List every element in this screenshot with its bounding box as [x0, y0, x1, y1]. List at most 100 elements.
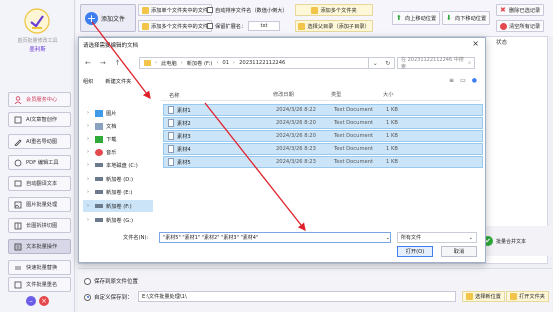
chevron-down-icon[interactable]: ⌄ [386, 235, 390, 241]
tree-item-documents[interactable]: › 文档 [83, 120, 153, 132]
add-file-button[interactable]: + 添加文件 [80, 4, 136, 32]
column-type[interactable]: 类型 [331, 91, 383, 100]
file-row[interactable]: 素材3 2024/3/26 8:20 Text Document 1 KB [163, 130, 483, 142]
address-bar[interactable]: › 此电脑 › 新加卷 (F:) › 01 › 20231122112246 [139, 57, 369, 69]
tree-item-drive-f[interactable]: › 新加卷 (F:) [83, 200, 153, 212]
tree-item-music[interactable]: › 音乐 [83, 146, 153, 158]
sidebar-item-member[interactable]: 会员服务中心 [8, 92, 71, 107]
forward-arrow-icon[interactable]: → [100, 59, 106, 67]
choose-dir-button[interactable]: 选择新位置 [462, 291, 505, 302]
save-path-input[interactable]: E:\文件批量处理\1\ [138, 291, 456, 302]
folder-icon [142, 6, 149, 14]
close-icon[interactable]: × [472, 40, 479, 48]
sidebar-item-pdf[interactable]: PDF 编辑工具 [8, 155, 71, 170]
file-name: 素材2 [177, 120, 191, 127]
dialog-title: 请选择需要编辑的文档 [83, 43, 139, 49]
breadcrumb-item[interactable]: 此电脑 [161, 60, 177, 67]
choose-parent-dir-button[interactable]: 选择父目录（添加子目录） [295, 20, 373, 32]
separator-icon: › [216, 60, 219, 66]
open-folder-button[interactable]: 打开文件夹 [506, 291, 549, 302]
add-multi-folder-files-button[interactable]: 添加多个文件夹中的文件 [138, 20, 213, 32]
file-row[interactable]: 素材4 2024/3/26 8:23 Text Document 1 KB [163, 143, 483, 155]
chevron-right-icon: › [87, 217, 89, 223]
image-icon [13, 200, 22, 209]
keep-ext-label: 保留扩展名： [215, 23, 247, 30]
clear-all-button[interactable]: 清空所有记录 [496, 20, 545, 32]
column-date[interactable]: 修改日期 [273, 91, 331, 100]
up-arrow-icon[interactable]: ↑ [115, 59, 121, 67]
help-icon[interactable]: ● [472, 77, 477, 84]
file-row[interactable]: 素材5 2024/3/26 8:23 Text Document 1 KB [163, 156, 483, 168]
chevron-right-icon: › [87, 203, 89, 209]
breadcrumb-item[interactable]: 20231122112246 [239, 60, 285, 66]
delete-selected-button[interactable]: ✖ 删除已选记录 [496, 4, 545, 16]
add-multi-folder-button[interactable]: 添加多个文件夹 [295, 4, 373, 16]
tree-item-label: 下载 [106, 136, 117, 143]
sidebar-item-label: 文件批量重名 [26, 282, 58, 288]
column-name[interactable]: 名称 [161, 91, 273, 100]
tree-item-drive-e[interactable]: › 新加卷 (E:) [83, 186, 153, 198]
file-type: Text Document [334, 146, 374, 152]
separator-icon: › [233, 60, 236, 66]
file-row[interactable]: 素材1 2024/3/26 8:22 Text Document 1 KB [163, 104, 483, 116]
tree-item-drive-g[interactable]: › 新加卷 (G:) [83, 214, 153, 226]
save-original-radio[interactable]: 保存到原文件位置 [84, 277, 138, 285]
chevron-right-icon: › [87, 136, 89, 142]
sidebar-item-translate[interactable]: 自动翻译文本 [8, 176, 71, 191]
cancel-button[interactable]: 取消 [441, 246, 477, 257]
sidebar-item-replace[interactable]: 快速批量替换 [8, 260, 71, 275]
new-folder-button[interactable]: 新建文件夹 [105, 78, 131, 85]
sidebar-item-ai-image[interactable]: AI重名导动图 [8, 134, 71, 149]
view-options: ≡ ▭ ● [449, 77, 477, 84]
sidebar-item-text-batch[interactable]: 文本批量操作 [8, 239, 71, 254]
sidebar-item-ai-article[interactable]: AI文章智创作 [8, 112, 71, 127]
column-size[interactable]: 大小 [383, 91, 423, 100]
file-name: 素材3 [177, 133, 191, 140]
sidebar-item-rename[interactable]: 文件批量重名 [8, 277, 71, 292]
search-input[interactable]: 在 20231122112246 中搜索 ⌕ [397, 57, 475, 70]
minimize-icon[interactable]: – [26, 296, 36, 306]
file-type-select[interactable]: 所有文件 ⌄ [397, 232, 477, 243]
auto-sort-checkbox[interactable]: 自动排序文件名（数值小倒大） [204, 4, 291, 16]
pdf-icon [13, 158, 22, 167]
save-original-label: 保存到原文件位置 [94, 279, 139, 285]
move-down-label: 向下移动位置 [455, 15, 487, 22]
download-folder-icon [95, 135, 103, 143]
move-up-button[interactable]: ⬆ 向上移动位置 [392, 11, 441, 25]
custom-save-radio[interactable]: 自定义保存到： [84, 293, 133, 301]
preview-pane-icon[interactable]: ▭ [460, 77, 466, 84]
tree-item-drive-c[interactable]: › 本地磁盘 (C:) [83, 159, 153, 171]
back-arrow-icon[interactable]: ← [85, 59, 91, 67]
file-type: Text Document [334, 159, 374, 165]
checkbox-icon [207, 23, 213, 29]
search-icon: ⌕ [468, 60, 471, 66]
user-name[interactable]: 墨利斯 [0, 45, 75, 53]
keep-ext-checkbox[interactable]: 保留扩展名： [204, 20, 249, 32]
dialog-nav: ← → ↑ [85, 59, 121, 67]
view-mode-icon[interactable]: ≡ [449, 77, 454, 84]
organize-menu[interactable]: 组织 [83, 78, 93, 85]
status-column-header: 状态 [496, 40, 508, 46]
sidebar-item-image-batch[interactable]: 图片批量处理 [8, 197, 71, 212]
address-actions: ⌄ ↻ [369, 57, 395, 69]
file-row[interactable]: 素材2 2024/3/26 8:20 Text Document 1 KB [163, 117, 483, 129]
open-button[interactable]: 打开(O) [397, 246, 433, 257]
sidebar-item-label: 快速批量替换 [26, 265, 58, 271]
close-icon[interactable]: × [39, 296, 49, 306]
tree-item-drive-d[interactable]: › 新加卷 (D:) [83, 173, 153, 185]
filename-input[interactable]: "素材5" "素材1" "素材2" "素材3" "素材4" ⌄ [159, 232, 391, 243]
merge-text-option[interactable]: ✔ 批量合并文本 [483, 236, 526, 246]
ext-input[interactable]: txt [248, 21, 280, 31]
folder-icon [298, 22, 306, 30]
breadcrumb-item[interactable]: 新加卷 (F:) [187, 60, 213, 67]
tree-item-pictures[interactable]: › 图片 [83, 107, 153, 119]
chevron-down-icon: ⌄ [468, 234, 473, 241]
chevron-down-icon[interactable]: ⌄ [373, 60, 378, 67]
add-single-folder-files-button[interactable]: 添加单个文件夹中的文件 [138, 4, 213, 16]
refresh-icon[interactable]: ↻ [385, 60, 390, 67]
sidebar-item-long-image[interactable]: 长图拆拼切图 [8, 218, 71, 233]
file-list-header: 名称 修改日期 类型 大小 [161, 91, 481, 101]
tree-item-downloads[interactable]: › 下载 [83, 133, 153, 145]
move-down-button[interactable]: ⬇ 向下移动位置 [442, 11, 491, 25]
breadcrumb-item[interactable]: 01 [222, 60, 229, 66]
